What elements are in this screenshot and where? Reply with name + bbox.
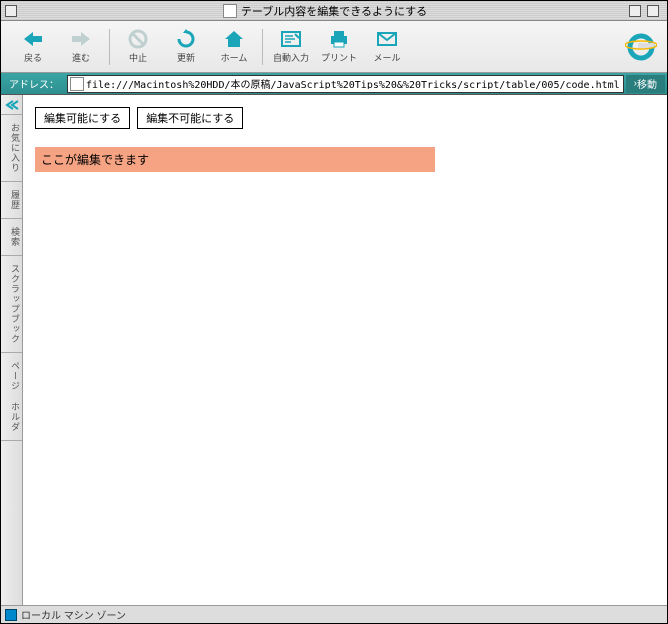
collapse-box[interactable]	[647, 5, 659, 17]
zoom-box[interactable]	[629, 5, 641, 17]
document-icon	[223, 4, 237, 18]
address-input[interactable]	[86, 78, 621, 89]
autofill-button[interactable]: 自動入力	[267, 29, 315, 64]
sidebar-tab-scrapbook[interactable]: スクラップブック	[1, 256, 22, 353]
titlebar: テーブル内容を編集できるようにする	[1, 1, 667, 21]
status-bar: ローカル マシン ゾーン	[1, 605, 667, 623]
status-text: ローカル マシン ゾーン	[21, 607, 126, 622]
back-button[interactable]: 戻る	[9, 29, 57, 64]
zone-icon	[5, 609, 17, 621]
sidebar-toggle[interactable]	[1, 95, 22, 115]
ie-logo-icon	[623, 29, 659, 65]
sidebar-tab-favorites[interactable]: お気に入り	[1, 115, 22, 182]
sidebar-tab-history[interactable]: 履歴	[1, 182, 22, 219]
browser-window: テーブル内容を編集できるようにする 戻る 進む 中止 更新 ホーム	[0, 0, 668, 624]
mail-button[interactable]: メール	[363, 29, 411, 64]
close-box[interactable]	[5, 5, 17, 17]
page-icon	[70, 77, 84, 91]
disable-edit-button[interactable]: 編集不可能にする	[137, 107, 243, 129]
refresh-button[interactable]: 更新	[162, 29, 210, 64]
enable-edit-button[interactable]: 編集可能にする	[35, 107, 130, 129]
editable-area[interactable]: ここが編集できます	[35, 147, 435, 172]
forward-button[interactable]: 進む	[57, 29, 105, 64]
address-bar: アドレス： › 移動	[1, 73, 667, 95]
address-label: アドレス：	[1, 76, 67, 91]
stop-button[interactable]: 中止	[114, 29, 162, 64]
print-button[interactable]: プリント	[315, 29, 363, 64]
go-button[interactable]: › 移動	[626, 75, 665, 93]
window-title: テーブル内容を編集できるようにする	[241, 3, 427, 19]
toolbar: 戻る 進む 中止 更新 ホーム 自動入力 プリント メール	[1, 21, 667, 73]
home-button[interactable]: ホーム	[210, 29, 258, 64]
page-content: 編集可能にする 編集不可能にする ここが編集できます	[23, 95, 667, 605]
sidebar-tab-pageholder[interactable]: ページ ホルダ	[1, 353, 22, 441]
sidebar: お気に入り 履歴 検索 スクラップブック ページ ホルダ	[1, 95, 23, 605]
sidebar-tab-search[interactable]: 検索	[1, 219, 22, 256]
